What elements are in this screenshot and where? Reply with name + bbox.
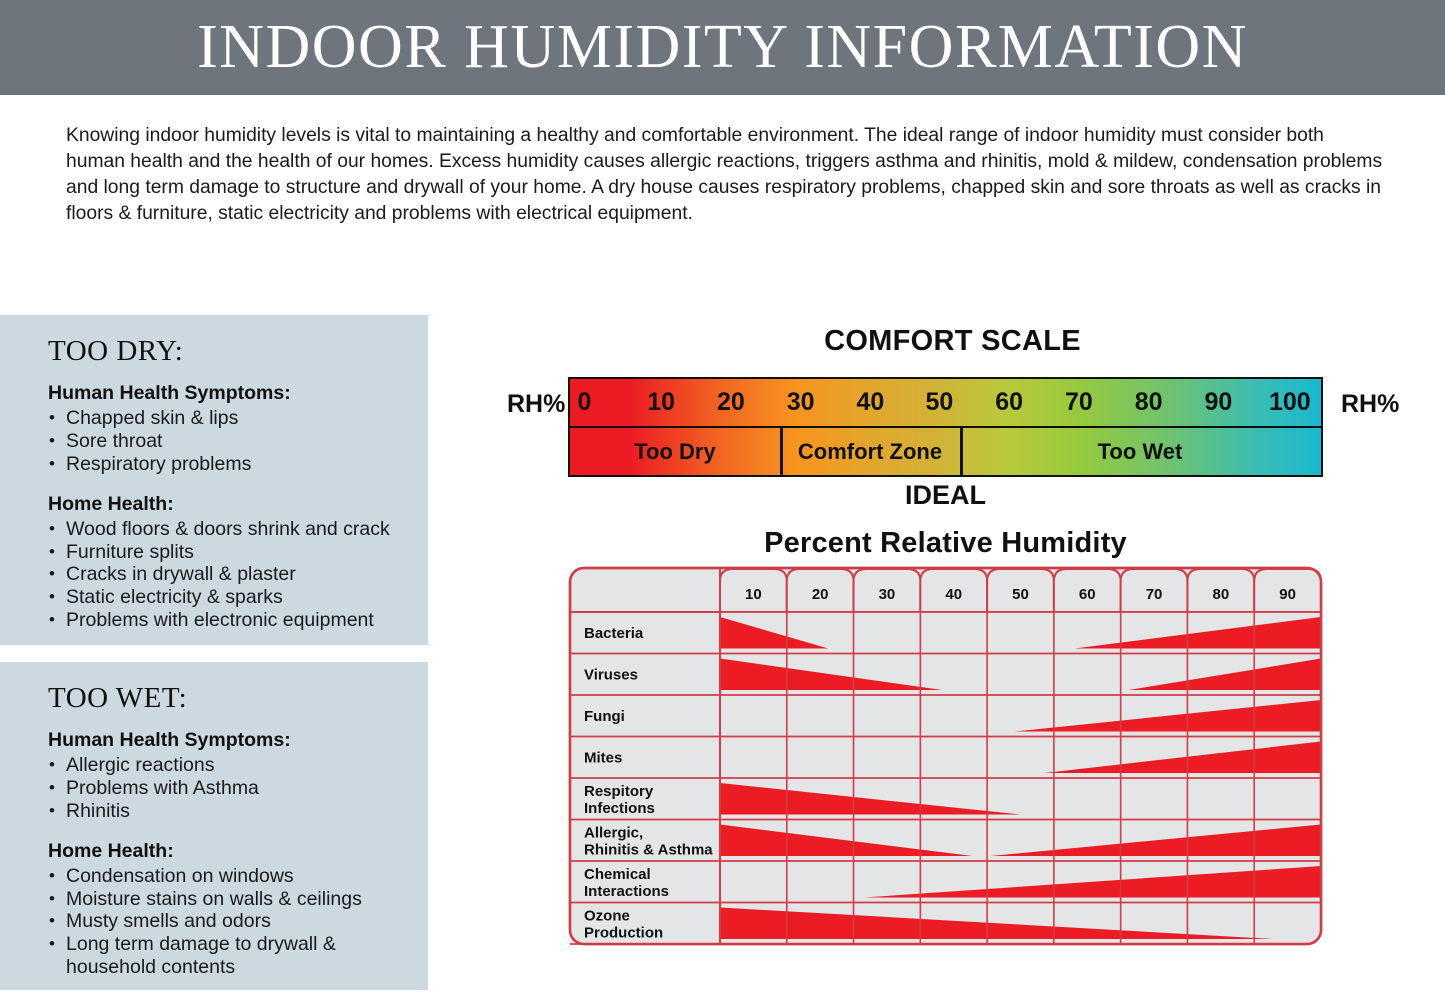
list-item: Problems with electronic equipment: [48, 609, 428, 632]
chart-svg: 10 20 30 40 50 60 70 80 90 Bacteria Viruses Fungi Mi…: [568, 566, 1323, 946]
humidity-effects-chart: 10 20 30 40 50 60 70 80 90 Bacteria Viruses Fungi Mi…: [568, 566, 1323, 946]
panel-too-wet-home-heading: Home Health:: [48, 839, 174, 862]
list-item: Chapped skin & lips: [48, 407, 428, 430]
list-item: Rhinitis: [48, 800, 428, 823]
column-header-10: 10: [745, 586, 762, 603]
column-header-20: 20: [812, 586, 829, 603]
comfort-scale-title: COMFORT SCALE: [824, 325, 1081, 357]
comfort-scale-bar: 0 10 20 30 40 50 60 70 80 90 100 Too Dry Comfort Zo…: [568, 377, 1323, 477]
row-label: Ozone: [584, 907, 630, 924]
scale-tick-100: 100: [1269, 388, 1311, 416]
panel-too-dry-title: TOO DRY:: [48, 335, 184, 367]
ideal-label: IDEAL: [905, 480, 986, 510]
scale-tick-40: 40: [856, 388, 885, 416]
column-header-80: 80: [1212, 586, 1229, 603]
row-label: Rhinitis & Asthma: [584, 841, 713, 858]
panel-too-wet: TOO WET: Human Health Symptoms: Allergic…: [0, 662, 428, 990]
list-item: Moisture stains on walls & ceilings: [48, 888, 428, 911]
row-label: Bacteria: [584, 625, 644, 642]
panel-too-wet-home-list: Condensation on windows Moisture stains …: [48, 865, 428, 978]
scale-tick-20: 20: [717, 388, 745, 416]
panel-too-dry-human-heading: Human Health Symptoms:: [48, 382, 291, 404]
panel-too-wet-human-heading: Human Health Symptoms:: [48, 729, 291, 751]
row-label: Interactions: [584, 883, 669, 900]
scale-tick-30: 30: [786, 388, 815, 416]
column-header-50: 50: [1012, 586, 1029, 603]
list-item: Sore throat: [48, 430, 428, 453]
list-item: Wood floors & doors shrink and crack: [48, 518, 428, 541]
scale-tick-60: 60: [995, 388, 1024, 416]
rh-label-left: RH%: [507, 390, 566, 418]
list-item: Cracks in drywall & plaster: [48, 563, 428, 586]
row-label: Respitory: [584, 783, 654, 800]
panel-too-dry-home-heading: Home Health:: [48, 492, 174, 515]
row-label: Viruses: [584, 666, 638, 683]
column-header-30: 30: [879, 586, 896, 603]
scale-tick-10: 10: [647, 388, 676, 416]
panel-too-dry-human-list: Chapped skin & lips Sore throat Respirat…: [48, 407, 428, 475]
list-item: Allergic reactions: [48, 754, 428, 777]
zone-label-too-wet: Too Wet: [1097, 439, 1183, 464]
scale-tick-80: 80: [1134, 388, 1163, 416]
page-title: INDOOR HUMIDITY INFORMATION: [197, 13, 1248, 81]
row-label: Mites: [584, 749, 622, 766]
list-item: Problems with Asthma: [48, 777, 428, 800]
panel-too-dry: TOO DRY: Human Health Symptoms: Chapped …: [0, 315, 428, 645]
panel-too-dry-home-list: Wood floors & doors shrink and crack Fur…: [48, 518, 428, 632]
scale-tick-50: 50: [925, 388, 954, 416]
row-label: Chemical: [584, 866, 651, 883]
column-header-90: 90: [1279, 586, 1296, 603]
percent-relative-humidity-title: Percent Relative Humidity: [764, 527, 1127, 559]
zone-divider: [780, 426, 783, 475]
list-item: Musty smells and odors: [48, 910, 428, 933]
zone-label-too-dry: Too Dry: [634, 439, 716, 464]
scale-tick-90: 90: [1204, 388, 1233, 416]
list-item: Respiratory problems: [48, 453, 428, 476]
row-label: Fungi: [584, 708, 625, 725]
column-header-40: 40: [945, 586, 962, 603]
panel-too-wet-title: TOO WET:: [48, 682, 188, 714]
panel-too-wet-human-list: Allergic reactions Problems with Asthma …: [48, 754, 428, 822]
rh-label-right: RH%: [1341, 390, 1400, 418]
intro-paragraph: Knowing indoor humidity levels is vital …: [66, 125, 1383, 224]
list-item: Condensation on windows: [48, 865, 428, 888]
list-item: Static electricity & sparks: [48, 586, 428, 609]
row-label: Production: [584, 924, 663, 941]
scale-tick-0: 0: [577, 388, 592, 416]
list-item: Long term damage to drywall & household …: [48, 933, 428, 978]
column-header-60: 60: [1079, 586, 1096, 603]
list-item: Furniture splits: [48, 541, 428, 564]
zone-label-comfort-zone: Comfort Zone: [797, 439, 943, 464]
row-label: Infections: [584, 800, 655, 817]
zone-divider: [960, 426, 963, 475]
scale-tick-70: 70: [1065, 388, 1093, 416]
row-label: Allergic,: [584, 824, 643, 841]
column-header-70: 70: [1146, 586, 1163, 603]
